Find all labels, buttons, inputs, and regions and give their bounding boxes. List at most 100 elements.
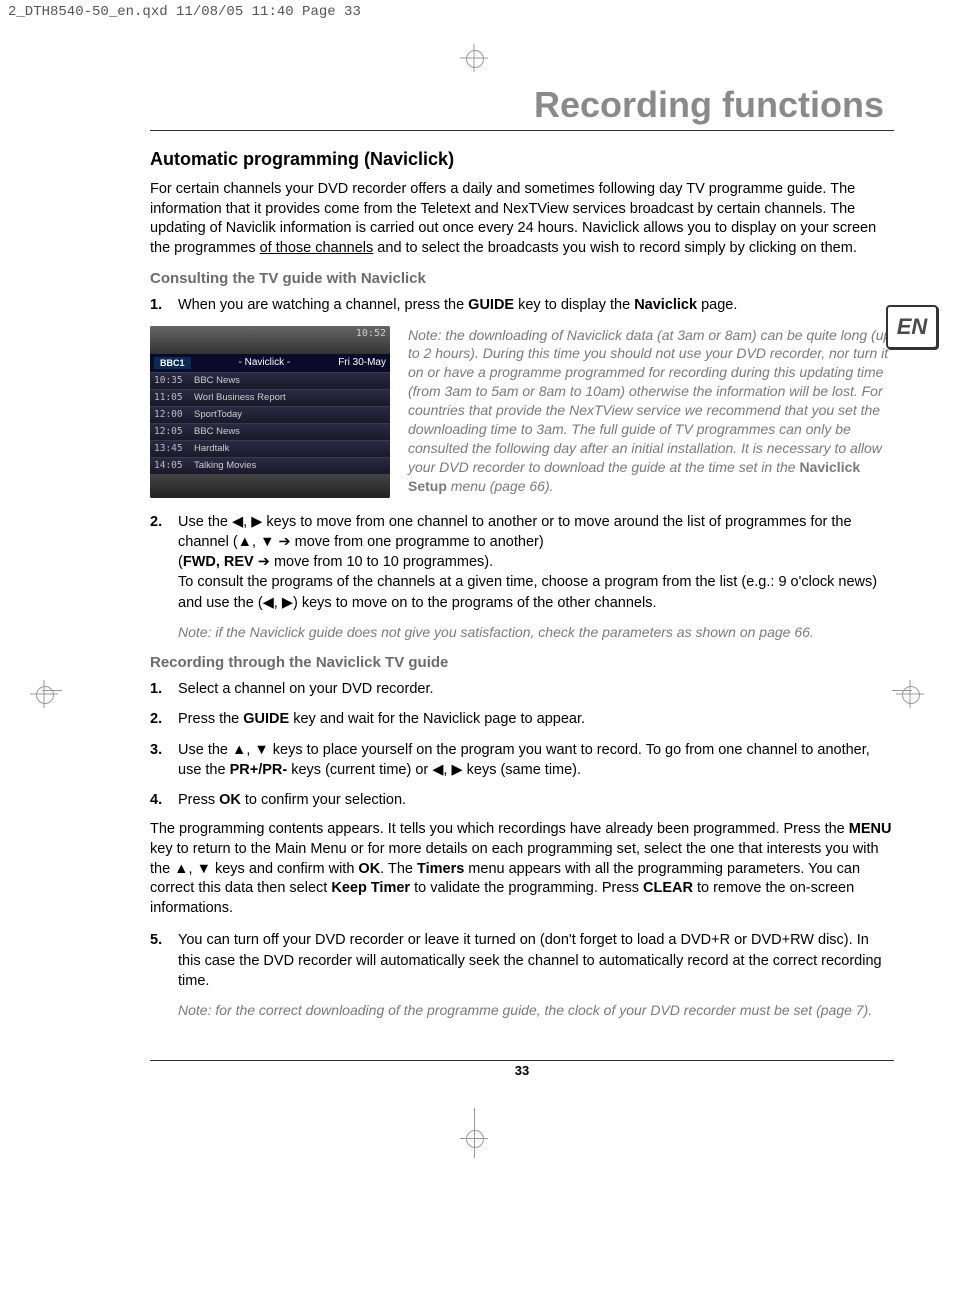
keep-timer-label: Keep Timer: [331, 880, 410, 896]
step-2: 2. Use the ◀, ▶ keys to move from one ch…: [150, 512, 894, 613]
left-right-arrows-icon: ◀, ▶: [232, 514, 262, 530]
section-heading: Automatic programming (Naviclick): [150, 149, 894, 170]
screenshot-topbar: 10:52: [150, 326, 390, 354]
step-number: 1.: [150, 679, 178, 699]
intro-underline: of those channels: [260, 240, 374, 256]
list-item: 12:00SportToday: [150, 406, 390, 423]
step-r4: 4. Press OK to confirm your selection.: [150, 790, 894, 810]
text: Press the: [178, 711, 243, 727]
text: When you are watching a channel, press t…: [178, 297, 468, 313]
guide-key: GUIDE: [468, 297, 514, 313]
text: page.: [697, 297, 737, 313]
consulting-steps: 1. When you are watching a channel, pres…: [150, 295, 894, 315]
text: keys (current time) or ◀, ▶ keys (same t…: [287, 762, 581, 778]
list-item: 14:05Talking Movies: [150, 457, 390, 474]
row-prog: Worl Business Report: [190, 392, 390, 403]
text: to validate the programming. Press: [410, 880, 643, 896]
step-body: Press the GUIDE key and wait for the Nav…: [178, 709, 894, 729]
text: . The: [380, 861, 417, 877]
step-body: Press OK to confirm your selection.: [178, 790, 894, 810]
text: key and wait for the Naviclick page to a…: [289, 711, 585, 727]
registration-mark-icon: [460, 44, 488, 72]
step-1: 1. When you are watching a channel, pres…: [150, 295, 894, 315]
screenshot-rows: 10:35BBC News 11:05Worl Business Report …: [150, 372, 390, 474]
step-r3: 3. Use the ▲, ▼ keys to place yourself o…: [150, 740, 894, 781]
page-title: Recording functions: [0, 84, 954, 126]
naviclick-label: Naviclick: [634, 297, 697, 313]
text: Use the: [178, 742, 232, 758]
fwd-rev-label: FWD, REV: [183, 554, 254, 570]
programming-paragraph: The programming contents appears. It tel…: [150, 820, 894, 918]
naviclick-screenshot: 10:52 BBC1 - Naviclick - Fri 30-May 10:3…: [150, 326, 390, 498]
consulting-steps-cont: 2. Use the ◀, ▶ keys to move from one ch…: [150, 512, 894, 613]
screenshot-clock: 10:52: [356, 328, 386, 339]
title-rule: [150, 130, 894, 131]
crop-line: [892, 690, 912, 691]
row-time: 14:05: [150, 460, 190, 471]
step-r2: 2. Press the GUIDE key and wait for the …: [150, 709, 894, 729]
clear-key: CLEAR: [643, 880, 693, 896]
step-body: You can turn off your DVD recorder or le…: [178, 930, 894, 991]
row-time: 12:05: [150, 426, 190, 437]
step-number: 2.: [150, 709, 178, 729]
row-prog: BBC News: [190, 375, 390, 386]
ok-key: OK: [358, 861, 380, 877]
up-down-arrows-icon: ▲, ▼: [238, 534, 275, 550]
step-number: 1.: [150, 295, 178, 315]
subheading-consulting: Consulting the TV guide with Naviclick: [150, 270, 894, 287]
row-prog: BBC News: [190, 426, 390, 437]
language-flag: EN: [886, 305, 938, 349]
page-number: 33: [150, 1060, 894, 1078]
top-registration-area: [0, 24, 954, 84]
text: ➔ move from 10 to 10 programmes).: [254, 554, 493, 570]
step-r1: 1. Select a channel on your DVD recorder…: [150, 679, 894, 699]
up-down-arrows-icon: ▲, ▼: [232, 742, 269, 758]
text: Press: [178, 792, 219, 808]
pr-keys-label: PR+/PR-: [230, 762, 288, 778]
registration-mark-icon: [460, 1108, 488, 1158]
note-text: Note: the downloading of Naviclick data …: [408, 327, 891, 475]
text: move from one programme to another): [291, 534, 544, 550]
step-r5: 5. You can turn off your DVD recorder or…: [150, 930, 894, 991]
intro-paragraph: For certain channels your DVD recorder o…: [150, 180, 894, 258]
row-time: 11:05: [150, 392, 190, 403]
text: The programming contents appears. It tel…: [150, 821, 849, 837]
note-tail: menu (page 66).: [447, 478, 554, 494]
step-number: 3.: [150, 740, 178, 781]
note-clock: Note: for the correct downloading of the…: [178, 1001, 894, 1020]
row-prog: SportToday: [190, 409, 390, 420]
intro-tail: and to select the broadcasts you wish to…: [373, 240, 857, 256]
screenshot-date: Fri 30-May: [338, 357, 386, 368]
recording-steps: 1. Select a channel on your DVD recorder…: [150, 679, 894, 810]
text: key to display the: [514, 297, 634, 313]
step-body: When you are watching a channel, press t…: [178, 295, 894, 315]
text: To consult the programs of the channels …: [178, 574, 877, 610]
recording-steps-cont: 5. You can turn off your DVD recorder or…: [150, 930, 894, 991]
registration-mark-icon: [30, 680, 58, 708]
screenshot-channel: BBC1: [154, 357, 191, 369]
ok-key: OK: [219, 792, 241, 808]
screenshot-title: - Naviclick -: [239, 357, 291, 368]
step-number: 4.: [150, 790, 178, 810]
step-number: 2.: [150, 512, 178, 613]
step-body: Select a channel on your DVD recorder.: [178, 679, 894, 699]
step-body: Use the ▲, ▼ keys to place yourself on t…: [178, 740, 894, 781]
list-item: 10:35BBC News: [150, 372, 390, 389]
screenshot-bottombar: [150, 474, 390, 498]
timers-label: Timers: [417, 861, 464, 877]
content-area: EN Automatic programming (Naviclick) For…: [150, 149, 894, 1020]
row-prog: Talking Movies: [190, 460, 390, 471]
subheading-recording: Recording through the Naviclick TV guide: [150, 654, 894, 671]
step-number: 5.: [150, 930, 178, 991]
list-item: 11:05Worl Business Report: [150, 389, 390, 406]
step-body: Use the ◀, ▶ keys to move from one chann…: [178, 512, 894, 613]
registration-mark-icon: [896, 680, 924, 708]
note-satisfaction: Note: if the Naviclick guide does not gi…: [178, 623, 894, 642]
print-header: 2_DTH8540-50_en.qxd 11/08/05 11:40 Page …: [0, 0, 954, 24]
text: to confirm your selection.: [241, 792, 406, 808]
row-prog: Hardtalk: [190, 443, 390, 454]
crop-line: [42, 690, 62, 691]
note-downloading: Note: the downloading of Naviclick data …: [408, 326, 894, 498]
right-arrow-icon: ➔: [274, 534, 290, 550]
text: Use the: [178, 514, 232, 530]
